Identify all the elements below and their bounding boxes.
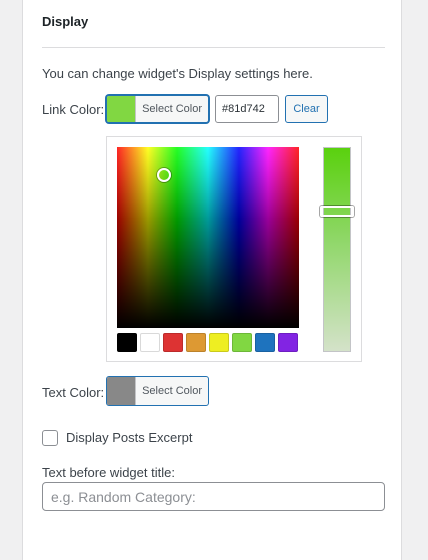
palette-swatch[interactable] [186, 333, 206, 352]
section-heading: Display [42, 14, 89, 29]
text-color-swatch [107, 377, 137, 405]
link-color-hex-input[interactable] [215, 95, 279, 123]
text-color-select-button[interactable]: Select Color [106, 376, 209, 406]
palette-swatch[interactable] [117, 333, 137, 352]
text-color-select-label: Select Color [142, 385, 202, 397]
section-description: You can change widget's Display settings… [42, 66, 313, 81]
display-excerpt-label[interactable]: Display Posts Excerpt [66, 430, 192, 445]
palette-swatch[interactable] [140, 333, 160, 352]
palette-swatch[interactable] [278, 333, 298, 352]
palette-swatch[interactable] [163, 333, 183, 352]
palette-swatch[interactable] [232, 333, 252, 352]
text-color-label: Text Color: [42, 385, 105, 400]
lightness-slider-handle[interactable] [320, 206, 354, 217]
color-lightness-slider[interactable] [323, 147, 351, 352]
color-saturation-square[interactable] [117, 147, 299, 328]
section-divider [42, 47, 385, 48]
link-color-select-label: Select Color [142, 103, 202, 115]
color-picker-handle[interactable] [157, 168, 171, 182]
before-title-input[interactable] [42, 482, 385, 511]
display-excerpt-checkbox[interactable] [42, 430, 58, 446]
before-title-label: Text before widget title: [42, 465, 175, 480]
link-color-label: Link Color: [42, 102, 105, 117]
link-color-clear-button[interactable]: Clear [285, 95, 328, 123]
link-color-select-button[interactable]: Select Color [106, 95, 209, 123]
palette-swatch[interactable] [209, 333, 229, 352]
color-palette-row [117, 333, 298, 352]
palette-swatch[interactable] [255, 333, 275, 352]
link-color-swatch [107, 96, 137, 122]
